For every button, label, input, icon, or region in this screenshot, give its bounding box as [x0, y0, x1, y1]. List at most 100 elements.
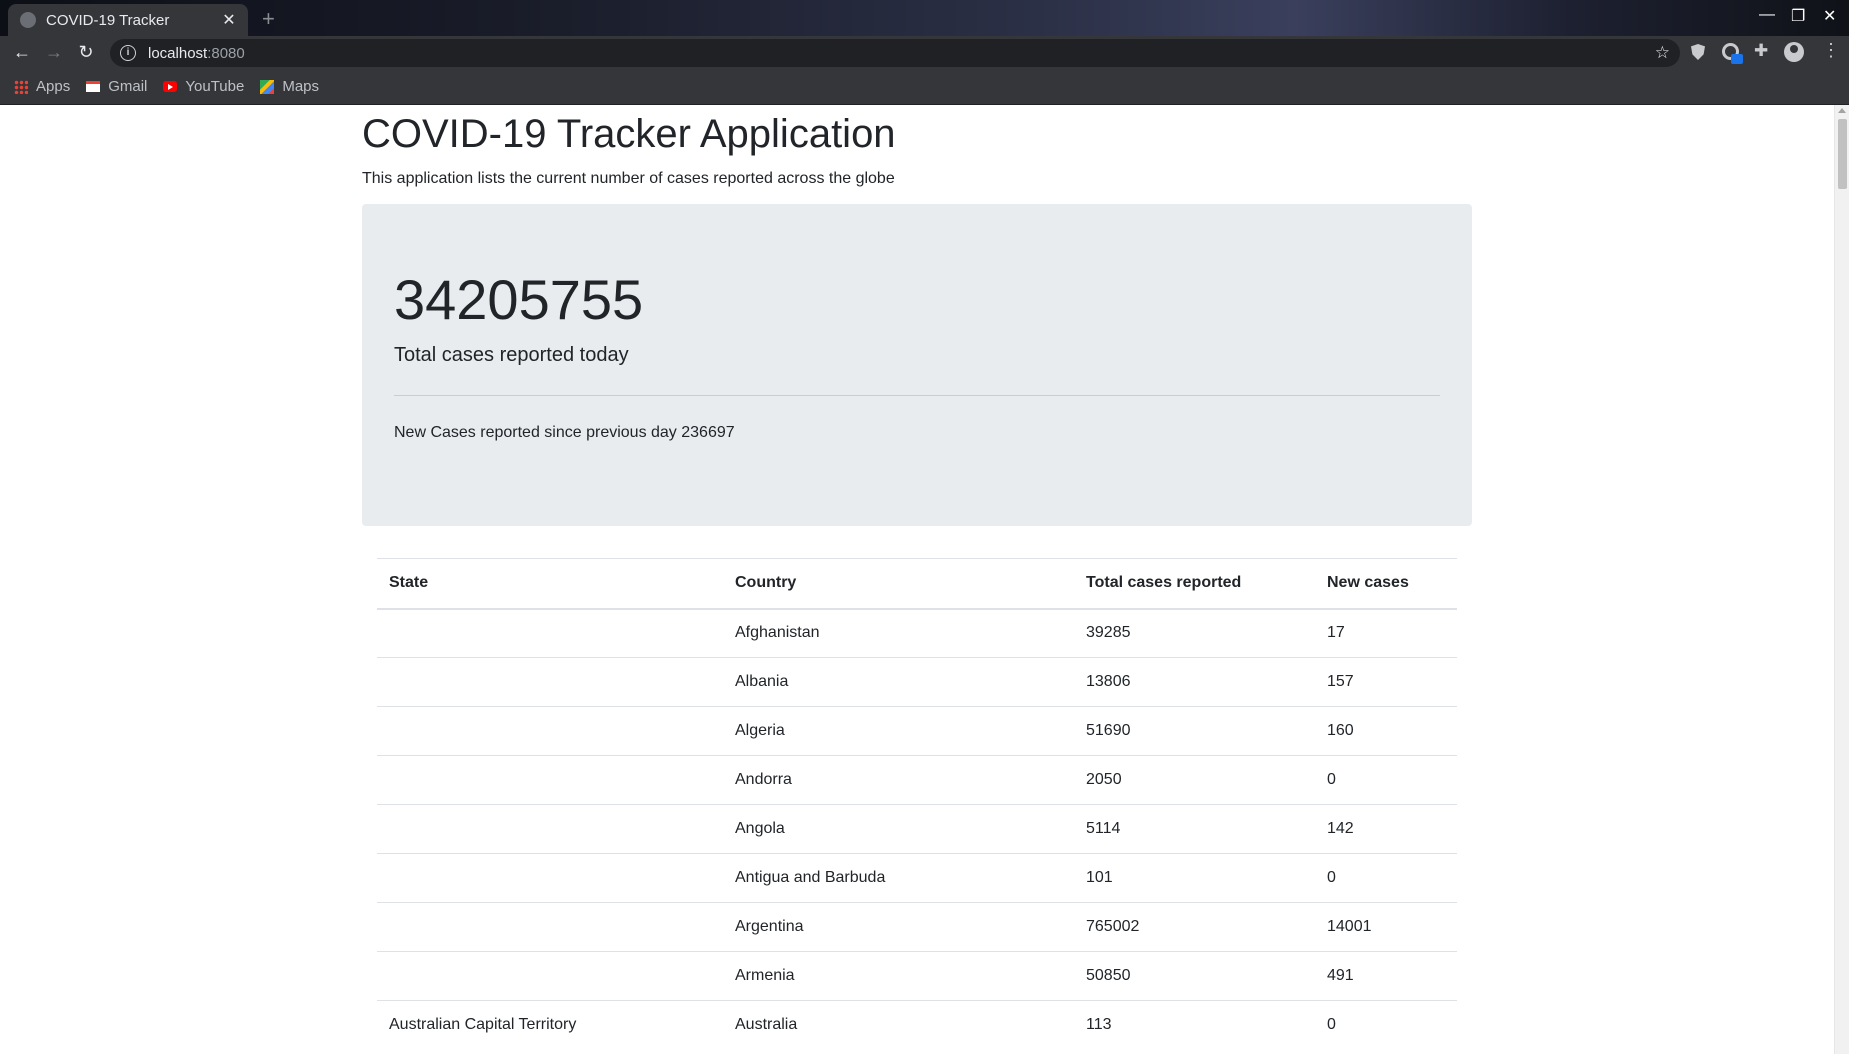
browser-menu-icon[interactable]: ⋮: [1822, 40, 1840, 60]
cell-state: [377, 902, 723, 952]
shield-extension-icon[interactable]: [1691, 44, 1705, 60]
cell-state: [377, 951, 723, 1001]
profile-avatar-icon[interactable]: [1784, 42, 1804, 62]
table-row: Afghanistan 39285 17: [377, 608, 1457, 658]
bookmark-youtube[interactable]: YouTube: [163, 78, 244, 95]
maps-icon: [260, 79, 275, 94]
cell-country: Albania: [723, 657, 1074, 707]
cell-total-cases: 13806: [1074, 657, 1315, 707]
cell-country: Antigua and Barbuda: [723, 853, 1074, 903]
column-header-country: Country: [723, 558, 1074, 610]
table-row: Albania 13806 157: [377, 657, 1457, 707]
new-tab-icon[interactable]: +: [262, 6, 275, 32]
table-row: Andorra 2050 0: [377, 755, 1457, 805]
cell-total-cases: 50850: [1074, 951, 1315, 1001]
site-info-icon[interactable]: i: [120, 45, 136, 61]
cell-country: Angola: [723, 804, 1074, 854]
tab-close-icon[interactable]: ✕: [220, 10, 238, 30]
cell-country: Algeria: [723, 706, 1074, 756]
scroll-up-arrow-icon[interactable]: [1838, 108, 1846, 113]
cell-new-cases: 0: [1315, 755, 1457, 805]
cell-new-cases: 157: [1315, 657, 1457, 707]
cell-new-cases: 0: [1315, 1000, 1457, 1050]
browser-toolbar: ← → ↻ i localhost:8080 ☆ ✚ ⋮: [0, 36, 1849, 69]
browser-tabstrip: COVID-19 Tracker ✕ + — ❐ ✕: [0, 0, 1849, 36]
bookmark-star-icon[interactable]: ☆: [1655, 43, 1670, 63]
column-header-total-cases: Total cases reported: [1074, 558, 1315, 610]
cell-total-cases: 113: [1074, 1000, 1315, 1050]
browser-tab[interactable]: COVID-19 Tracker ✕: [8, 4, 248, 36]
divider: [394, 395, 1440, 396]
minimize-icon[interactable]: —: [1759, 6, 1775, 24]
cell-new-cases: 14001: [1315, 902, 1457, 952]
cell-new-cases: 17: [1315, 608, 1457, 658]
bookmark-apps[interactable]: Apps: [14, 78, 70, 95]
cell-total-cases: 101: [1074, 853, 1315, 903]
cell-state: [377, 804, 723, 854]
column-header-new-cases: New cases: [1315, 558, 1457, 610]
tab-title: COVID-19 Tracker: [46, 11, 170, 29]
bookmarks-bar: Apps Gmail YouTube Maps: [0, 69, 1849, 105]
cell-state: [377, 608, 723, 658]
bookmark-label: Maps: [282, 78, 320, 95]
address-bar[interactable]: i localhost:8080 ☆: [110, 39, 1680, 67]
cell-country: Australia: [723, 1000, 1074, 1050]
url-port: :8080: [207, 44, 245, 62]
cell-country: Argentina: [723, 902, 1074, 952]
column-header-state: State: [377, 558, 723, 610]
page-scrollbar[interactable]: [1834, 105, 1849, 1054]
restore-icon[interactable]: ❐: [1791, 6, 1805, 26]
youtube-icon: [163, 81, 178, 92]
cell-state: [377, 755, 723, 805]
globe-icon: [20, 12, 36, 28]
back-icon[interactable]: ←: [11, 42, 33, 63]
cell-country: Armenia: [723, 951, 1074, 1001]
cell-country: Afghanistan: [723, 608, 1074, 658]
extensions-puzzle-icon[interactable]: ✚: [1754, 41, 1772, 60]
bookmark-label: Gmail: [108, 78, 148, 95]
cell-total-cases: 2050: [1074, 755, 1315, 805]
cell-state: [377, 706, 723, 756]
cell-state: [377, 657, 723, 707]
page-subtitle: This application lists the current numbe…: [362, 170, 895, 187]
scrollbar-thumb[interactable]: [1838, 119, 1847, 189]
window-close-icon[interactable]: ✕: [1823, 6, 1836, 26]
apps-grid-icon: [14, 79, 28, 94]
cell-state: Australian Capital Territory: [377, 1000, 723, 1050]
bookmark-maps[interactable]: Maps: [260, 78, 319, 95]
bookmark-gmail[interactable]: Gmail: [86, 78, 147, 95]
cell-total-cases: 51690: [1074, 706, 1315, 756]
url-host: localhost: [148, 44, 208, 62]
new-cases-text: New Cases reported since previous day 23…: [394, 424, 735, 441]
table-row: Argentina 765002 14001: [377, 902, 1457, 952]
cell-total-cases: 39285: [1074, 608, 1315, 658]
total-cases-caption: Total cases reported today: [394, 344, 629, 366]
cell-new-cases: 0: [1315, 853, 1457, 903]
cell-total-cases: 5114: [1074, 804, 1315, 854]
cell-new-cases: 160: [1315, 706, 1457, 756]
page-viewport: COVID-19 Tracker Application This applic…: [0, 105, 1849, 1054]
total-cases-value: 34205755: [394, 268, 644, 331]
cases-table: State Country Total cases reported New c…: [377, 558, 1457, 1050]
table-row: Algeria 51690 160: [377, 706, 1457, 756]
table-row: Antigua and Barbuda 101 0: [377, 853, 1457, 903]
cell-total-cases: 765002: [1074, 902, 1315, 952]
table-row: Australian Capital Territory Australia 1…: [377, 1000, 1457, 1050]
summary-panel: 34205755 Total cases reported today New …: [362, 204, 1472, 526]
content-container: COVID-19 Tracker Application This applic…: [362, 105, 1474, 1050]
gmail-icon: [86, 81, 101, 92]
page-title: COVID-19 Tracker Application: [362, 112, 896, 156]
forward-icon[interactable]: →: [43, 42, 65, 63]
table-row: Armenia 50850 491: [377, 951, 1457, 1001]
table-header-row: State Country Total cases reported New c…: [377, 558, 1457, 610]
cell-new-cases: 142: [1315, 804, 1457, 854]
bookmark-label: Apps: [36, 78, 71, 95]
cell-state: [377, 853, 723, 903]
cell-country: Andorra: [723, 755, 1074, 805]
bookmark-label: YouTube: [185, 78, 245, 95]
table-row: Angola 5114 142: [377, 804, 1457, 854]
extension-badge: [1731, 54, 1743, 64]
cell-new-cases: 491: [1315, 951, 1457, 1001]
extension-ring-icon[interactable]: [1722, 43, 1743, 64]
reload-icon[interactable]: ↻: [75, 42, 97, 63]
